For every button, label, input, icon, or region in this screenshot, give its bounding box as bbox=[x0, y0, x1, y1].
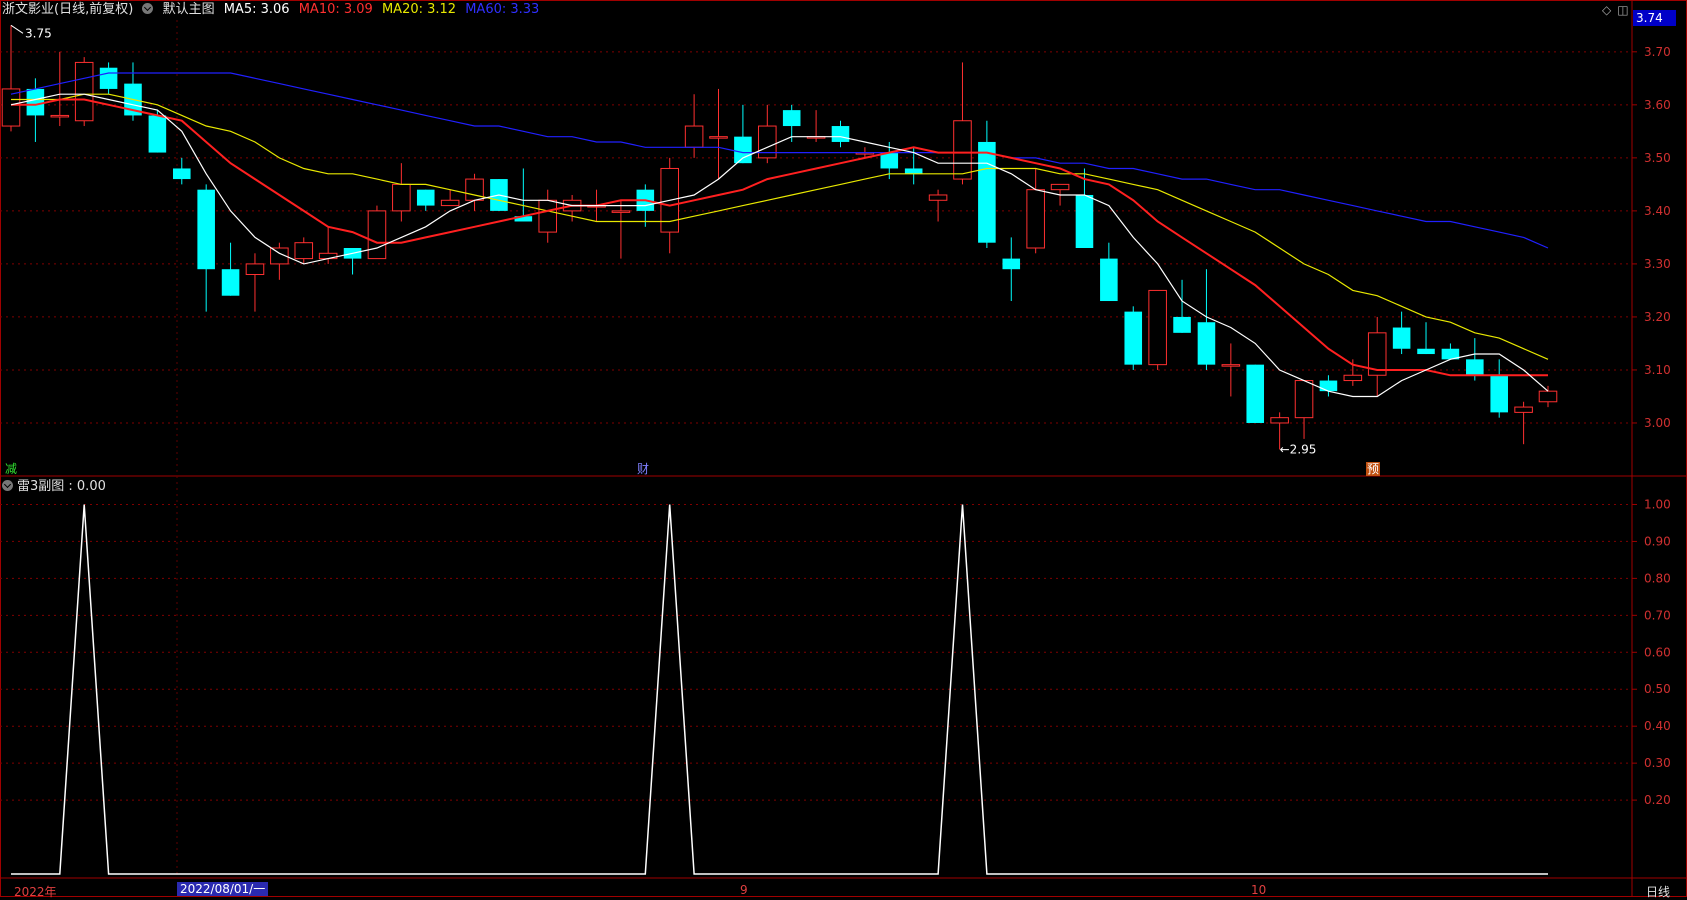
indicator-tick-label: 0.80 bbox=[1644, 571, 1671, 585]
indicator-tick-label: 0.20 bbox=[1644, 793, 1671, 807]
indicator-header: 雷3副图 : 0.00 bbox=[2, 478, 106, 496]
price-tick-label: 3.40 bbox=[1644, 204, 1671, 218]
main-chart-header: 浙文影业(日线,前复权) 默认主图 MA5: 3.06 MA10: 3.09 M… bbox=[2, 1, 544, 19]
low-label: ←2.95 bbox=[1280, 442, 1317, 456]
candle-body bbox=[294, 242, 314, 260]
indicator-tick-label: 0.30 bbox=[1644, 756, 1671, 770]
price-tick-label: 3.20 bbox=[1644, 310, 1671, 324]
candle-body bbox=[440, 199, 460, 207]
event-marker-forecast[interactable]: 预 bbox=[1366, 462, 1381, 476]
collapse-icon[interactable] bbox=[2, 480, 13, 491]
candle-body bbox=[26, 88, 45, 116]
event-marker-finance[interactable]: 财 bbox=[636, 462, 650, 476]
window-icon[interactable]: ◫ bbox=[1617, 3, 1628, 17]
candle-body bbox=[1466, 359, 1484, 376]
candle-body bbox=[50, 114, 70, 118]
ma60-line bbox=[10, 72, 1549, 249]
candle-body bbox=[978, 141, 996, 243]
stock-chart[interactable]: 3.00 3.10 3.20 3.30 3.40 3.50 3.60 3.70 0.20 0.30… bbox=[0, 0, 1687, 897]
indicator-tick-label: 0.40 bbox=[1644, 719, 1671, 733]
year-label: 2022年 bbox=[14, 885, 57, 899]
candle-body bbox=[709, 136, 728, 139]
price-tick-label: 3.30 bbox=[1644, 257, 1671, 271]
candle-body bbox=[197, 189, 215, 270]
ma20-line bbox=[11, 93, 1549, 360]
indicator-tick-label: 0.50 bbox=[1644, 682, 1671, 696]
month-label-9: 9 bbox=[740, 883, 748, 897]
window-controls: ◇ ◫ bbox=[1596, 3, 1629, 17]
ma10-label: MA10: 3.09 bbox=[298, 2, 373, 17]
template-name[interactable]: 默认主图 bbox=[163, 2, 215, 17]
candle-body bbox=[74, 61, 94, 122]
high-label: 3.75 bbox=[25, 26, 52, 40]
candle-body bbox=[1026, 189, 1045, 249]
candle-body bbox=[465, 178, 484, 201]
stock-title[interactable]: 浙文影业(日线,前复权) bbox=[2, 2, 133, 17]
period-label[interactable]: 日线 bbox=[1646, 883, 1670, 900]
price-tick-label: 3.50 bbox=[1644, 151, 1671, 165]
candle-body bbox=[831, 126, 850, 142]
dropdown-icon[interactable] bbox=[142, 3, 154, 14]
candle-body bbox=[734, 136, 752, 164]
candle-body bbox=[904, 168, 923, 174]
candle-body bbox=[1148, 289, 1167, 366]
candle-body bbox=[221, 269, 240, 296]
candle-body bbox=[1100, 258, 1118, 302]
candle-body bbox=[611, 210, 631, 213]
price-tick-label: 3.00 bbox=[1644, 416, 1671, 430]
candle-body bbox=[148, 115, 167, 153]
candle-body bbox=[1173, 316, 1191, 333]
ma20-label: MA20: 3.12 bbox=[381, 2, 457, 17]
event-marker-reduce[interactable]: 减 bbox=[4, 462, 18, 476]
candle-body bbox=[684, 125, 704, 148]
candle-body bbox=[1343, 374, 1363, 382]
ma5-line bbox=[10, 93, 1549, 398]
candle-body bbox=[1050, 183, 1070, 191]
candle-body bbox=[1514, 406, 1533, 413]
candle-body bbox=[1197, 322, 1216, 365]
candle-body bbox=[1490, 375, 1508, 413]
diamond-icon[interactable]: ◇ bbox=[1602, 3, 1611, 17]
candle-body bbox=[1246, 364, 1265, 423]
indicator-tick-label: 1.00 bbox=[1644, 497, 1671, 511]
ma10-line bbox=[11, 98, 1548, 377]
candle-body bbox=[416, 189, 435, 206]
candle-body bbox=[1, 88, 21, 127]
candle-body bbox=[392, 183, 411, 212]
month-label-10: 10 bbox=[1251, 883, 1267, 897]
indicator-tick-label: 0.70 bbox=[1644, 608, 1671, 622]
indicator-tick-label: 0.60 bbox=[1644, 645, 1671, 659]
candle-body bbox=[172, 168, 191, 180]
price-tick-label: 3.10 bbox=[1644, 363, 1671, 377]
candle-body bbox=[1002, 258, 1021, 270]
candle-body bbox=[1294, 380, 1314, 419]
indicator-label: 雷3副图 : 0.00 bbox=[17, 479, 106, 494]
candle-body bbox=[1538, 390, 1558, 403]
price-tick-label: 3.70 bbox=[1644, 45, 1671, 59]
candle-body bbox=[1221, 364, 1241, 367]
candle-body bbox=[1392, 327, 1411, 349]
candle-body bbox=[1124, 311, 1143, 365]
candle-body bbox=[953, 120, 972, 180]
indicator-tick-label: 0.90 bbox=[1644, 534, 1671, 548]
current-price-tag: 3.74 bbox=[1633, 10, 1676, 26]
candle-body bbox=[1417, 348, 1435, 355]
candle-body bbox=[245, 263, 265, 276]
selected-date: 2022/08/01/一 bbox=[177, 882, 269, 896]
candle-body bbox=[782, 110, 801, 127]
high-pointer bbox=[10, 24, 24, 34]
candle-body bbox=[928, 194, 948, 201]
candle-body bbox=[367, 210, 387, 260]
candle-body bbox=[538, 199, 558, 233]
ma5-label: MA5: 3.06 bbox=[223, 2, 290, 17]
candle-body bbox=[99, 67, 118, 89]
candle-body bbox=[1270, 417, 1289, 424]
candle-body bbox=[1075, 194, 1094, 248]
price-tick-label: 3.60 bbox=[1644, 98, 1671, 112]
candle-body bbox=[1319, 380, 1338, 392]
ma60-label: MA60: 3.33 bbox=[465, 2, 540, 17]
